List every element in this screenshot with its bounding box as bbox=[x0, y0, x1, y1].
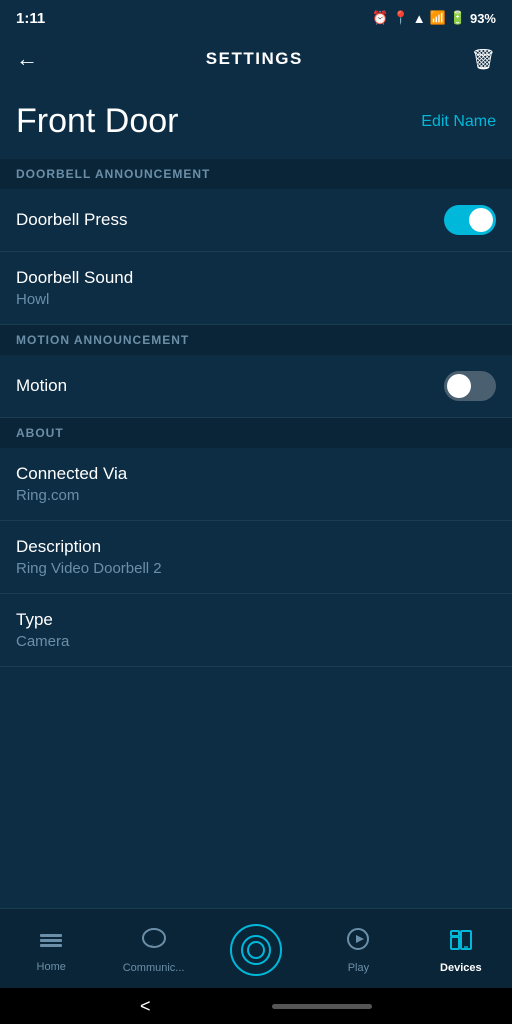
type-row: Type Camera bbox=[0, 594, 512, 667]
status-bar: 1:11 ⏰ 📍 ▲ 📶 🔋 93% bbox=[0, 0, 512, 36]
description-row: Description Ring Video Doorbell 2 bbox=[0, 521, 512, 594]
doorbell-press-row: Doorbell Press bbox=[0, 189, 512, 252]
toggle-knob-motion bbox=[447, 374, 471, 398]
wifi-icon: ▲ bbox=[413, 11, 426, 26]
play-icon bbox=[346, 927, 370, 958]
doorbell-sound-row[interactable]: Doorbell Sound Howl bbox=[0, 252, 512, 325]
home-bar: < bbox=[0, 988, 512, 1024]
motion-toggle[interactable] bbox=[444, 371, 496, 401]
description-value: Ring Video Doorbell 2 bbox=[16, 560, 496, 577]
devices-icon bbox=[448, 927, 474, 958]
doorbell-sound-label: Doorbell Sound bbox=[16, 268, 496, 288]
battery-icon: 🔋 bbox=[450, 10, 466, 26]
nav-home-label: Home bbox=[37, 961, 66, 973]
back-chevron[interactable]: < bbox=[140, 996, 151, 1017]
device-name: Front Door bbox=[16, 102, 179, 141]
connected-via-value: Ring.com bbox=[16, 487, 496, 504]
motion-row: Motion bbox=[0, 355, 512, 418]
communicate-icon bbox=[141, 927, 167, 958]
status-time: 1:11 bbox=[16, 10, 45, 27]
nav-item-alexa[interactable] bbox=[205, 924, 307, 978]
doorbell-press-toggle[interactable] bbox=[444, 205, 496, 235]
nav-play-label: Play bbox=[348, 962, 369, 974]
section-header-about: ABOUT bbox=[0, 418, 512, 448]
toggle-knob bbox=[469, 208, 493, 232]
type-value: Camera bbox=[16, 633, 496, 650]
settings-content: Front Door Edit Name DOORBELL ANNOUNCEME… bbox=[0, 82, 512, 908]
nav-communicate-label: Communic... bbox=[123, 962, 185, 974]
nav-item-communicate[interactable]: Communic... bbox=[102, 927, 204, 974]
device-header: Front Door Edit Name bbox=[0, 82, 512, 159]
nav-item-devices[interactable]: Devices bbox=[410, 927, 512, 974]
delete-button[interactable]: 🗑 bbox=[471, 47, 496, 72]
connected-via-row: Connected Via Ring.com bbox=[0, 448, 512, 521]
page-title: SETTINGS bbox=[206, 49, 303, 69]
alarm-icon: ⏰ bbox=[372, 10, 388, 26]
motion-label: Motion bbox=[16, 376, 67, 396]
section-header-motion: MOTION ANNOUNCEMENT bbox=[0, 325, 512, 355]
home-icon bbox=[38, 928, 64, 957]
home-pill bbox=[272, 1004, 372, 1009]
edit-name-button[interactable]: Edit Name bbox=[421, 113, 496, 131]
status-icons: ⏰ 📍 ▲ 📶 🔋 93% bbox=[372, 10, 496, 26]
back-button[interactable]: ← bbox=[16, 46, 38, 72]
alexa-button[interactable] bbox=[230, 924, 282, 976]
nav-item-home[interactable]: Home bbox=[0, 928, 102, 973]
battery-level: 93% bbox=[470, 11, 496, 26]
nav-devices-label: Devices bbox=[440, 962, 482, 974]
signal-icon: 📶 bbox=[430, 10, 446, 26]
type-label: Type bbox=[16, 610, 496, 630]
bottom-nav: Home Communic... Play bbox=[0, 908, 512, 988]
nav-item-play[interactable]: Play bbox=[307, 927, 409, 974]
section-header-doorbell: DOORBELL ANNOUNCEMENT bbox=[0, 159, 512, 189]
description-label: Description bbox=[16, 537, 496, 557]
location-icon: 📍 bbox=[393, 10, 409, 26]
top-nav: ← SETTINGS 🗑 bbox=[0, 36, 512, 82]
doorbell-sound-value: Howl bbox=[16, 291, 496, 308]
doorbell-press-label: Doorbell Press bbox=[16, 210, 128, 230]
connected-via-label: Connected Via bbox=[16, 464, 496, 484]
